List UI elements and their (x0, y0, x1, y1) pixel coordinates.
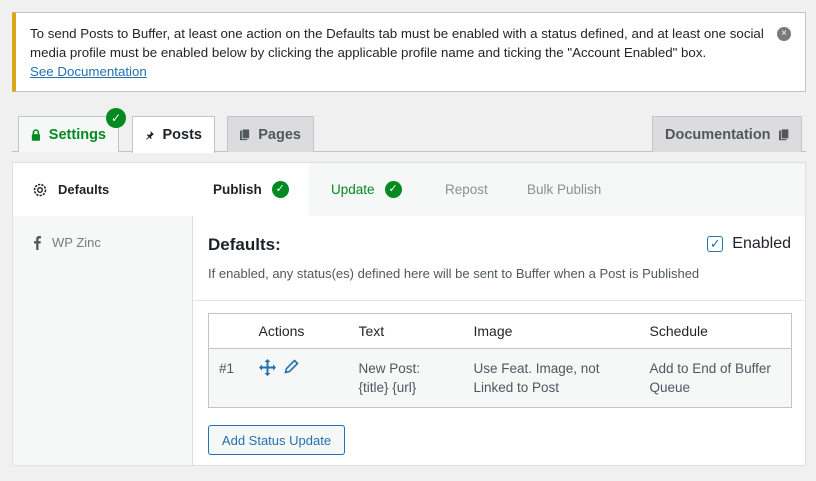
tab-publish-label: Publish (213, 182, 262, 197)
sidebar-item-defaults[interactable]: Defaults (13, 163, 193, 216)
tab-posts[interactable]: Posts (132, 116, 215, 153)
notice-text: To send Posts to Buffer, at least one ac… (30, 26, 764, 60)
row-schedule: Add to End of Buffer Queue (639, 348, 792, 408)
status-table: Actions Text Image Schedule #1 New Post: (208, 313, 792, 408)
tab-documentation-label: Documentation (665, 126, 771, 143)
settings-panel: Defaults WP Zinc Publish ✓ Update ✓ Repo… (12, 162, 806, 466)
add-status-update-button[interactable]: Add Status Update (208, 425, 345, 455)
tab-settings[interactable]: Settings ✓ (18, 108, 126, 152)
check-icon: ✓ (384, 181, 402, 198)
check-icon: ✓ (106, 108, 126, 128)
table-row: #1 New Post: {title} {url} Use Feat. Ima… (208, 348, 792, 408)
move-icon[interactable] (258, 359, 276, 376)
row-number: #1 (208, 348, 249, 408)
pin-icon (146, 130, 154, 140)
tab-repost[interactable]: Repost (425, 163, 508, 216)
section-description: If enabled, any status(es) defined here … (208, 266, 700, 281)
column-header: Image (463, 313, 640, 349)
tab-update-label: Update (331, 182, 375, 197)
pages-icon (778, 128, 789, 140)
pages-icon (240, 128, 250, 140)
tab-posts-label: Posts (162, 127, 203, 143)
top-tabs: Settings ✓ Posts Pages Documentation (12, 108, 806, 153)
sidebar-item-wp-zinc[interactable]: WP Zinc (13, 216, 193, 269)
column-header: Schedule (639, 313, 792, 349)
enabled-toggle[interactable]: ✓ Enabled (707, 235, 791, 253)
lock-icon (31, 128, 40, 141)
divider (193, 300, 805, 301)
row-image: Use Feat. Image, not Linked to Post (463, 348, 640, 408)
see-documentation-link[interactable]: See Documentation (30, 64, 147, 79)
tab-bulk-publish[interactable]: Bulk Publish (507, 163, 621, 216)
tab-pages[interactable]: Pages (227, 116, 314, 152)
tab-update[interactable]: Update ✓ (311, 163, 422, 216)
row-text: New Post: {title} {url} (348, 348, 464, 408)
column-header (208, 313, 249, 349)
enabled-label: Enabled (732, 235, 791, 252)
profile-sidebar: Defaults WP Zinc (13, 163, 193, 465)
row-actions (248, 348, 349, 408)
gear-icon (33, 183, 47, 196)
section-title: Defaults: (208, 235, 281, 254)
edit-icon[interactable] (283, 359, 299, 374)
tab-repost-label: Repost (445, 182, 488, 197)
dismiss-icon[interactable]: × (777, 27, 791, 41)
tab-pages-label: Pages (258, 126, 301, 143)
tab-bulk-publish-label: Bulk Publish (527, 182, 602, 197)
tab-documentation[interactable]: Documentation (652, 116, 802, 152)
check-icon: ✓ (271, 181, 289, 198)
action-tabs: Publish ✓ Update ✓ Repost Bulk Publish (193, 163, 805, 216)
column-header: Text (348, 313, 464, 349)
sidebar-item-label: WP Zinc (52, 235, 101, 250)
enabled-checkbox[interactable]: ✓ (707, 236, 724, 252)
tab-settings-label: Settings (48, 126, 106, 143)
tab-publish[interactable]: Publish ✓ (193, 163, 309, 216)
column-header: Actions (248, 313, 349, 349)
defaults-content: Publish ✓ Update ✓ Repost Bulk Publish D… (193, 163, 805, 465)
facebook-icon (34, 236, 41, 250)
sidebar-item-label: Defaults (58, 182, 110, 197)
documentation-notice: To send Posts to Buffer, at least one ac… (12, 12, 806, 92)
